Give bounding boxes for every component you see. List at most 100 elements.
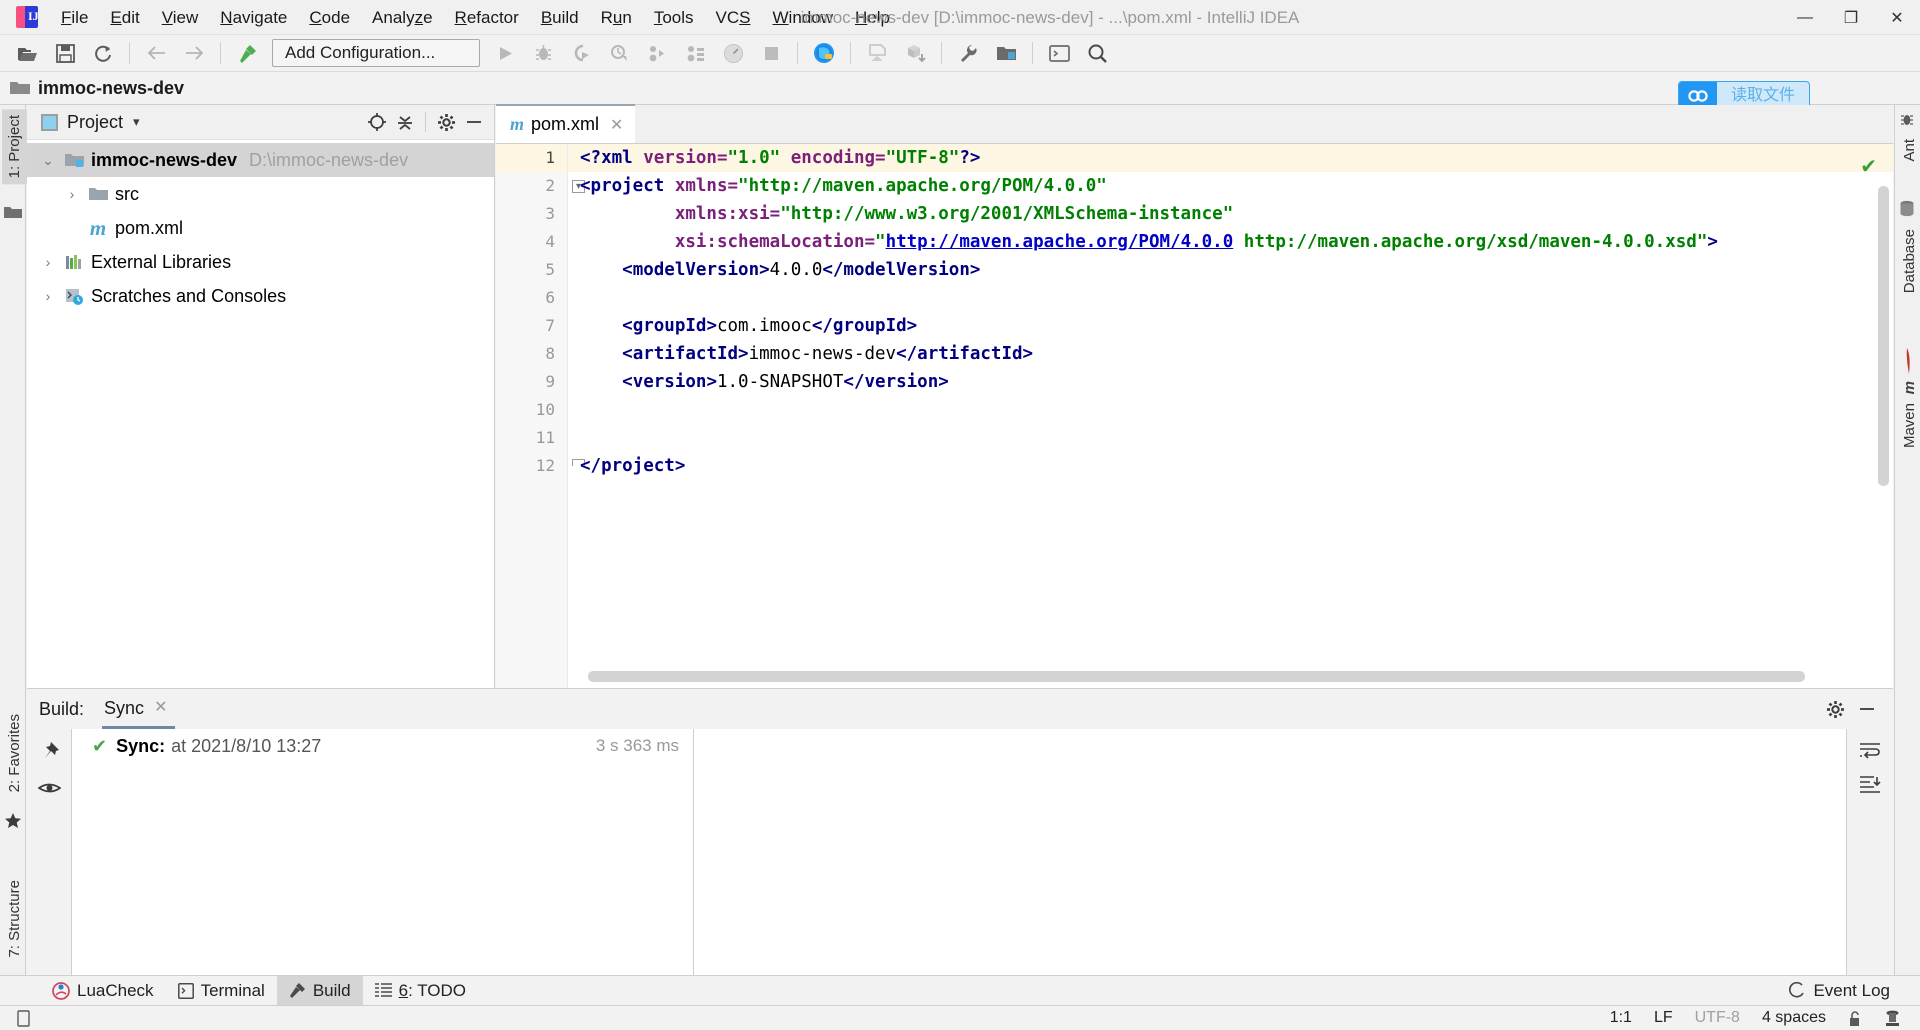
editor-horizontal-scrollbar[interactable] — [588, 671, 1805, 682]
settings-wrench-icon[interactable] — [951, 38, 985, 68]
tool-window-terminal-label: Terminal — [200, 980, 265, 1000]
collapse-all-icon[interactable] — [391, 108, 419, 136]
caret-position[interactable]: 1:1 — [1599, 1009, 1643, 1027]
sidebar-item-structure[interactable]: 7: Structure — [2, 874, 27, 964]
tab-sync[interactable]: Sync ✕ — [102, 688, 176, 729]
push-icon[interactable] — [898, 38, 932, 68]
maven-icon[interactable] — [1899, 348, 1917, 374]
toolbar-separator-6 — [1032, 42, 1033, 64]
sync-refresh-icon[interactable] — [86, 38, 120, 68]
open-folder-icon[interactable] — [10, 38, 44, 68]
tree-row-scratches-consoles[interactable]: › Scratches and Consoles — [27, 279, 494, 313]
menu-navigate[interactable]: Navigate — [209, 0, 298, 35]
tree-row-project-root[interactable]: ⌄ immoc-news-dev D:\immoc-news-dev — [27, 143, 494, 177]
menu-edit[interactable]: Edit — [99, 0, 150, 35]
menu-help[interactable]: Help — [844, 0, 901, 35]
tree-row-pom-xml[interactable]: m pom.xml — [27, 211, 494, 245]
sidebar-item-project[interactable]: 1: Project — [2, 109, 27, 185]
menu-code[interactable]: Code — [298, 0, 361, 35]
expand-arrow-icon-libs[interactable]: › — [35, 254, 61, 270]
update-project-icon[interactable] — [807, 38, 841, 68]
line-number-10: 10 — [535, 400, 555, 419]
expand-arrow-icon-scratches[interactable]: › — [35, 288, 61, 304]
tool-window-build[interactable]: Build — [276, 975, 363, 1006]
pin-icon[interactable] — [39, 741, 60, 762]
stop-icon[interactable] — [754, 38, 788, 68]
menu-run[interactable]: Run — [590, 0, 643, 35]
run-configuration-selector[interactable]: Add Configuration... — [272, 39, 480, 67]
editor-vertical-scrollbar[interactable] — [1878, 186, 1889, 486]
tab-pom-xml[interactable]: m pom.xml ✕ — [496, 104, 636, 143]
hide-panel-icon[interactable] — [1851, 693, 1883, 725]
unlocked-icon[interactable] — [1837, 1010, 1873, 1027]
indent-setting[interactable]: 4 spaces — [1751, 1009, 1837, 1027]
ant-icon[interactable] — [1899, 111, 1917, 129]
menu-view[interactable]: View — [151, 0, 210, 35]
breadcrumb[interactable]: immoc-news-dev — [10, 78, 184, 99]
tool-window-todo[interactable]: 6: TODO — [363, 976, 478, 1006]
attach-profiler-icon[interactable] — [640, 38, 674, 68]
code-editor[interactable]: 1 2 3 4 5 6 7 8 9 10 11 12 ▾ <?xml versi… — [496, 144, 1893, 688]
chevron-down-icon[interactable]: ▾ — [133, 114, 140, 130]
menu-build[interactable]: Build — [530, 0, 590, 35]
scroll-to-end-icon[interactable] — [1859, 775, 1881, 795]
commit-icon[interactable] — [860, 38, 894, 68]
locate-target-icon[interactable] — [363, 108, 391, 136]
close-button[interactable]: ✕ — [1874, 0, 1920, 35]
inspection-status-icon[interactable]: ✔ — [1860, 154, 1877, 179]
expand-arrow-icon-src[interactable]: › — [59, 186, 85, 202]
memory-indicator-icon[interactable] — [16, 1009, 31, 1027]
settings-gear-icon[interactable] — [1819, 693, 1851, 725]
sidebar-item-favorites[interactable]: 2: Favorites — [2, 708, 27, 798]
search-everywhere-icon[interactable] — [1080, 38, 1114, 68]
hector-icon[interactable] — [1873, 1009, 1912, 1027]
hide-panel-icon[interactable] — [460, 108, 488, 136]
build-row-sync[interactable]: ✔ Sync: at 2021/8/10 13:27 3 s 363 ms — [72, 729, 693, 763]
menu-file[interactable]: File — [50, 0, 99, 35]
profile-icon[interactable] — [602, 38, 636, 68]
soft-wrap-icon[interactable] — [1859, 741, 1881, 759]
menu-vcs[interactable]: VCS — [705, 0, 762, 35]
structure-folder-icon[interactable] — [4, 205, 22, 223]
tree-row-src[interactable]: › src — [27, 177, 494, 211]
back-arrow-icon[interactable] — [139, 38, 173, 68]
gauge-icon[interactable] — [716, 38, 750, 68]
sidebar-item-database[interactable]: Database — [1897, 223, 1920, 299]
code-content[interactable]: <?xml version="1.0" encoding="UTF-8"?> <… — [568, 144, 1893, 688]
terminal-icon[interactable] — [1042, 38, 1076, 68]
close-icon[interactable]: ✕ — [610, 115, 623, 135]
save-all-icon[interactable] — [48, 38, 82, 68]
project-structure-icon[interactable] — [989, 38, 1023, 68]
maximize-button[interactable]: ❐ — [1828, 0, 1874, 35]
line-number-9: 9 — [545, 372, 555, 391]
project-view-icon — [41, 113, 58, 131]
sidebar-item-maven[interactable]: Maven — [1897, 397, 1920, 454]
build-panel-label: Build: — [39, 698, 85, 719]
tool-window-terminal[interactable]: Terminal — [166, 976, 277, 1006]
menu-analyze[interactable]: Analyze — [361, 0, 444, 35]
settings-gear-icon[interactable] — [432, 108, 460, 136]
file-encoding[interactable]: UTF-8 — [1684, 1009, 1751, 1027]
expand-arrow-icon[interactable]: ⌄ — [35, 152, 61, 169]
build-hammer-icon[interactable] — [230, 38, 264, 68]
menu-refactor[interactable]: Refactor — [444, 0, 530, 35]
run-icon[interactable] — [488, 38, 522, 68]
minimize-button[interactable]: — — [1782, 0, 1828, 35]
line-number-12: 12 — [535, 456, 555, 475]
close-icon[interactable]: ✕ — [154, 688, 167, 728]
tool-window-luacheck[interactable]: LuaCheck — [40, 976, 166, 1006]
run-with-coverage-icon[interactable] — [564, 38, 598, 68]
event-log-button[interactable]: Event Log — [1776, 976, 1902, 1006]
line-number-2: 2 — [545, 176, 555, 195]
menu-window[interactable]: Window — [762, 0, 844, 35]
favorites-star-icon[interactable] — [4, 812, 22, 830]
tree-row-external-libraries[interactable]: › External Libraries — [27, 245, 494, 279]
debug-icon[interactable] — [526, 38, 560, 68]
eye-icon[interactable] — [37, 780, 61, 796]
run-tests-icon[interactable] — [678, 38, 712, 68]
menu-tools[interactable]: Tools — [643, 0, 705, 35]
sidebar-item-ant[interactable]: Ant — [1897, 133, 1920, 168]
database-icon[interactable] — [1899, 200, 1917, 218]
forward-arrow-icon[interactable] — [177, 38, 211, 68]
line-separator[interactable]: LF — [1643, 1009, 1684, 1027]
